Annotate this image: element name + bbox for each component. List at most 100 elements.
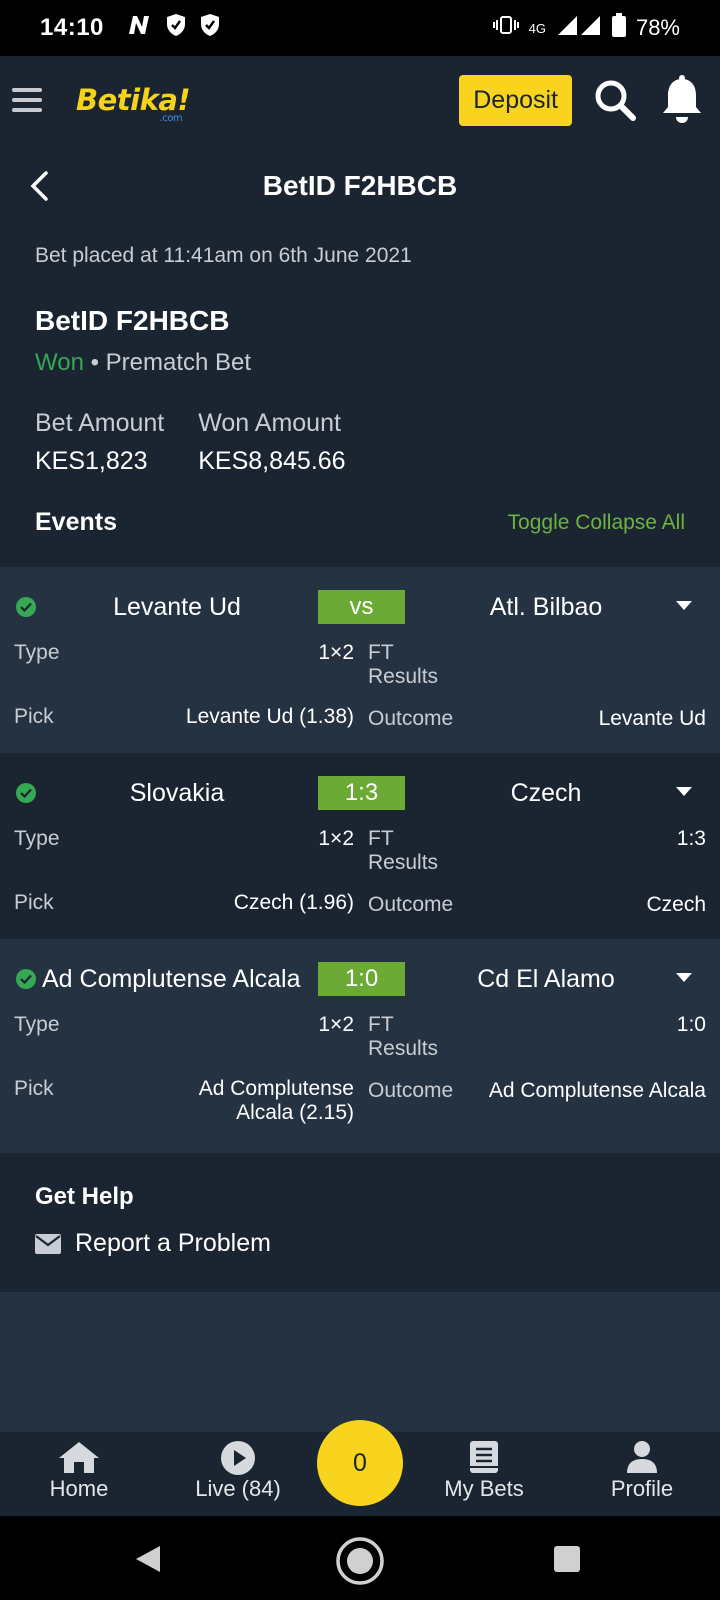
home-team: Levante Ud <box>113 592 241 621</box>
betslip-button[interactable]: 0 <box>317 1420 403 1506</box>
away-team: Cd El Alamo <box>477 964 615 993</box>
vibrate-icon <box>492 15 519 41</box>
title-bar: BetID F2HBCB <box>0 144 720 228</box>
bet-kind: Prematch Bet <box>105 349 252 376</box>
get-help-title: Get Help <box>35 1183 134 1210</box>
won-amount-value: KES8,845.66 <box>198 447 346 475</box>
n-app-icon <box>126 14 152 43</box>
events-header: Events Toggle Collapse All <box>35 508 685 567</box>
deposit-button[interactable]: Deposit <box>459 74 572 126</box>
bet-placed-time: Bet placed at 11:41am on 6th June 2021 <box>35 244 412 267</box>
outcome-value: Ad Complutense Alcala <box>488 1079 706 1102</box>
event-teams: Ad Complutense Alcala 1:0 Cd El Alamo <box>14 961 706 997</box>
nav-my-bets-label: My Bets <box>444 1476 524 1501</box>
play-circle-icon <box>221 1441 255 1475</box>
pick-row: Pick Ad Complutense Alcala (2.15) Outcom… <box>14 1077 706 1125</box>
away-team: Atl. Bilbao <box>489 592 603 621</box>
nav-profile[interactable]: Profile <box>608 1440 676 1502</box>
outcome-value: Levante Ud <box>598 707 706 730</box>
nav-home-label: Home <box>49 1476 109 1501</box>
app-header: Betika! .com Deposit <box>0 56 720 144</box>
outcome-label: Outcome <box>368 1079 454 1102</box>
chevron-down-icon[interactable] <box>676 787 692 796</box>
outcome-label: Outcome <box>368 707 454 730</box>
report-problem-link[interactable]: Report a Problem <box>35 1229 685 1258</box>
type-row: Type 1×2 FT Results 1:3 <box>14 827 706 875</box>
nav-profile-label: Profile <box>610 1476 674 1501</box>
event-card[interactable]: Slovakia 1:3 Czech Type 1×2 FT Results 1… <box>0 753 720 939</box>
won-amount-block: Won Amount KES8,845.66 <box>198 409 345 476</box>
events-title: Events <box>35 508 117 536</box>
event-card[interactable]: Ad Complutense Alcala 1:0 Cd El Alamo Ty… <box>0 939 720 1153</box>
bet-amount-block: Bet Amount KES1,823 <box>35 409 164 476</box>
pick-row: Pick Levante Ud (1.38) Outcome Levante U… <box>14 705 706 731</box>
nav-my-bets[interactable]: My Bets <box>442 1440 526 1502</box>
signal-icon <box>556 14 602 42</box>
report-problem-label: Report a Problem <box>75 1229 271 1257</box>
type-row: Type 1×2 FT Results <box>14 641 706 689</box>
pick-label: Pick <box>14 705 54 728</box>
page-title: BetID F2HBCB <box>262 170 458 201</box>
network-type: 4G <box>528 20 546 36</box>
nav-home[interactable]: Home <box>48 1440 110 1502</box>
nav-live-label: Live (84) <box>195 1476 281 1501</box>
betika-logo[interactable]: Betika! .com <box>76 83 191 124</box>
back-arrow-icon[interactable] <box>28 170 50 207</box>
pick-row: Pick Czech (1.96) Outcome Czech <box>14 891 706 917</box>
bet-status-line: Won • Prematch Bet <box>35 349 685 377</box>
shield-icon <box>200 13 220 44</box>
score-badge: vs <box>318 590 405 624</box>
away-team: Czech <box>510 778 582 807</box>
bet-summary: Bet placed at 11:41am on 6th June 2021 B… <box>0 228 720 567</box>
chevron-down-icon[interactable] <box>676 973 692 982</box>
shield-icon <box>166 13 186 44</box>
status-bar: 14:10 4G 78% <box>0 0 720 56</box>
check-icon <box>16 783 36 803</box>
battery-icon <box>611 13 626 43</box>
bet-amount-value: KES1,823 <box>35 447 148 475</box>
pick-value: Ad Complutense Alcala (2.15) <box>198 1077 354 1124</box>
bet-status: Won <box>35 349 84 376</box>
system-nav-bar <box>0 1516 720 1600</box>
bullet-separator: • <box>90 349 106 376</box>
check-icon <box>16 597 36 617</box>
toggle-collapse-all-link[interactable]: Toggle Collapse All <box>508 511 685 535</box>
check-icon <box>16 969 36 989</box>
logo-text: Betika! <box>76 83 191 117</box>
outcome-value: Czech <box>646 893 706 916</box>
search-icon[interactable] <box>592 77 638 123</box>
event-card[interactable]: Levante Ud vs Atl. Bilbao Type 1×2 FT Re… <box>0 567 720 753</box>
nav-live[interactable]: Live (84) <box>190 1440 286 1502</box>
logo-domain: .com <box>159 113 183 124</box>
book-icon <box>470 1441 498 1473</box>
event-teams: Levante Ud vs Atl. Bilbao <box>14 589 706 625</box>
envelope-icon <box>35 1233 61 1254</box>
home-team: Slovakia <box>129 778 225 807</box>
status-time: 14:10 <box>40 14 104 41</box>
bet-details-page: BetID F2HBCB Bet placed at 11:41am on 6t… <box>0 144 720 1292</box>
amounts: Bet Amount KES1,823 Won Amount KES8,845.… <box>35 409 685 476</box>
won-amount-label: Won Amount <box>198 409 341 437</box>
type-row: Type 1×2 FT Results 1:0 <box>14 1013 706 1061</box>
back-triangle-icon[interactable] <box>134 1544 162 1574</box>
recents-square-icon[interactable] <box>553 1545 581 1573</box>
type-value: 1×2 <box>318 827 354 850</box>
user-icon <box>627 1441 657 1473</box>
home-icon <box>59 1442 99 1473</box>
result-value: 1:0 <box>676 1013 706 1036</box>
bell-icon[interactable] <box>660 75 704 125</box>
chevron-down-icon[interactable] <box>676 601 692 610</box>
pick-label: Pick <box>14 1077 54 1100</box>
type-value: 1×2 <box>318 1013 354 1036</box>
market-label: FT Results <box>368 827 439 874</box>
market-label: FT Results <box>368 1013 439 1060</box>
score-badge: 1:0 <box>318 962 405 996</box>
outcome-label: Outcome <box>368 893 454 916</box>
result-value: 1:3 <box>676 827 706 850</box>
type-label: Type <box>14 1013 60 1036</box>
home-circle-icon[interactable] <box>335 1536 385 1586</box>
bet-amount-label: Bet Amount <box>35 409 165 437</box>
battery-percent: 78% <box>635 15 680 40</box>
menu-icon[interactable] <box>12 88 42 112</box>
pick-value: Czech (1.96) <box>233 891 354 914</box>
